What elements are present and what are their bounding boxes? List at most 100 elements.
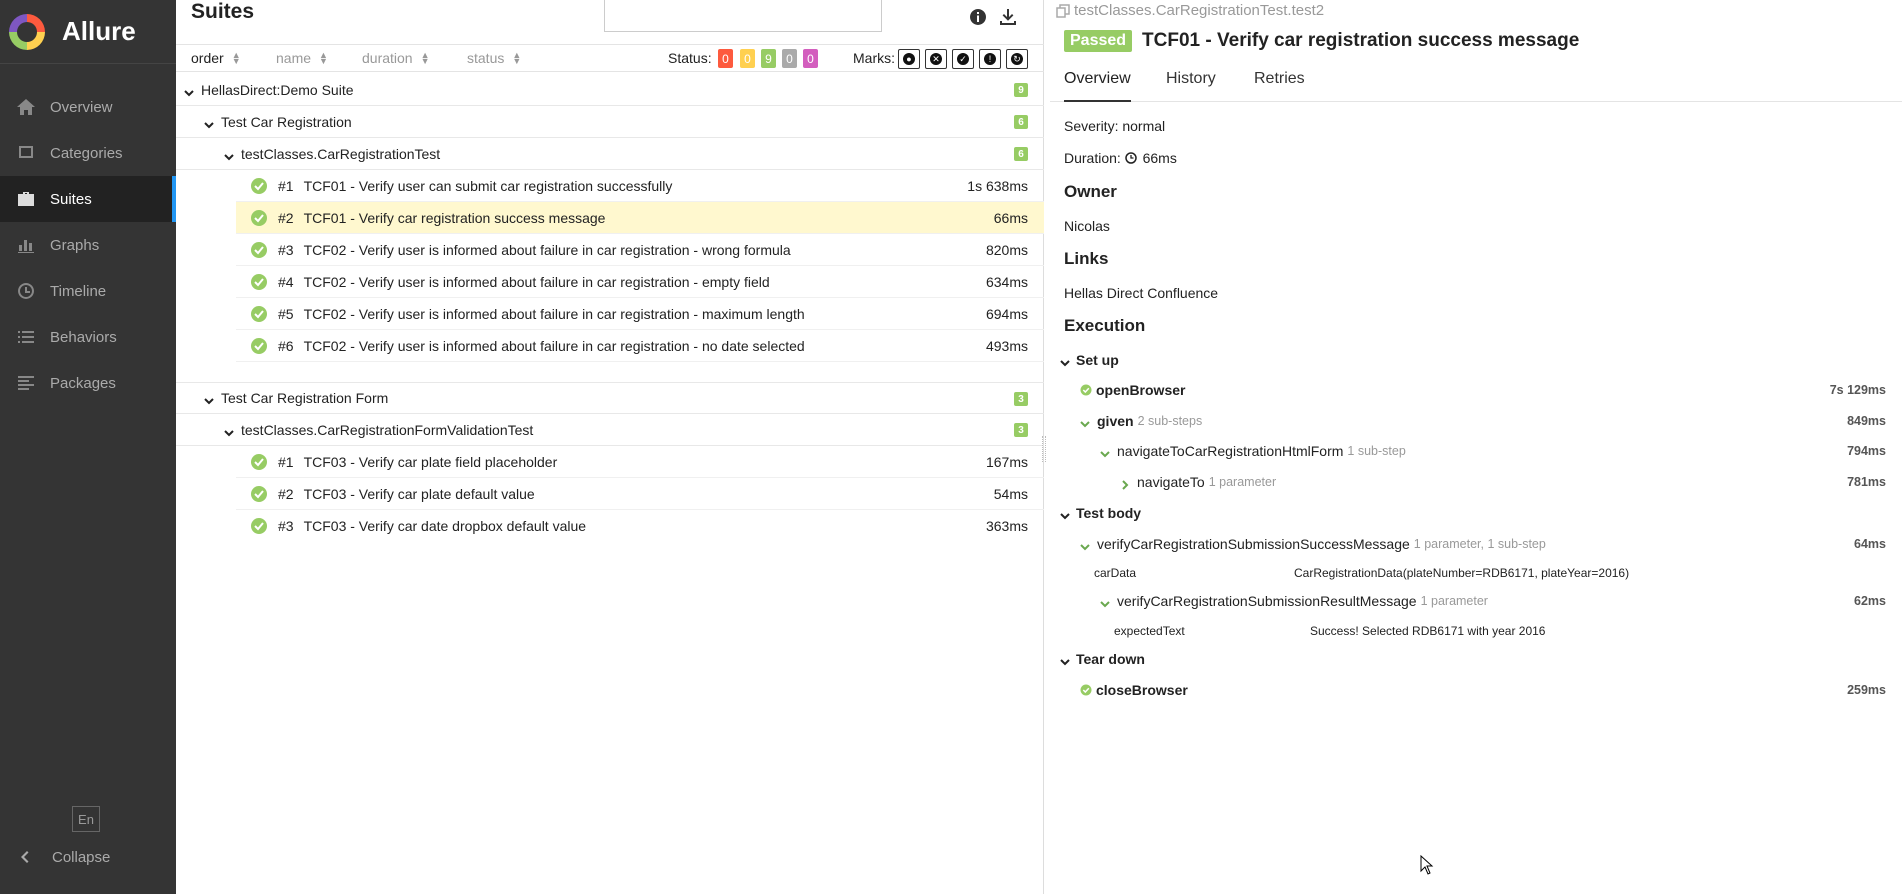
status-filter-label: Status: bbox=[668, 50, 712, 66]
sidebar-item-behaviors[interactable]: Behaviors bbox=[0, 314, 176, 360]
mark-new-passed-toggle[interactable]: ✓ bbox=[952, 49, 974, 69]
status-passed-toggle[interactable]: 9 bbox=[761, 49, 776, 68]
test-name: TCF02 - Verify user is informed about fa… bbox=[303, 305, 805, 322]
teardown-section-toggle[interactable]: Tear down bbox=[1060, 651, 1145, 667]
setup-section-toggle[interactable]: Set up bbox=[1060, 352, 1119, 368]
status-broken-toggle[interactable]: 0 bbox=[740, 49, 755, 68]
sidebar-item-categories[interactable]: Categories bbox=[0, 130, 176, 176]
test-row[interactable]: #6 TCF02 - Verify user is informed about… bbox=[236, 330, 1044, 362]
test-index: #1 bbox=[278, 177, 294, 194]
test-count-badge: 6 bbox=[1014, 115, 1028, 129]
sidebar-item-timeline[interactable]: Timeline bbox=[0, 268, 176, 314]
status-skipped-toggle[interactable]: 0 bbox=[782, 49, 797, 68]
language-selector[interactable]: En bbox=[72, 806, 100, 832]
test-row[interactable]: #1 TCF03 - Verify car plate field placeh… bbox=[236, 446, 1044, 478]
tree-node-root[interactable]: HellasDirect:Demo Suite 9 bbox=[176, 74, 1044, 106]
test-row[interactable]: #4 TCF02 - Verify user is informed about… bbox=[236, 266, 1044, 298]
test-duration: 820ms bbox=[985, 241, 1028, 258]
tree-node-label: Test Car Registration Form bbox=[221, 390, 389, 406]
suites-panel: Suites order ▲ ▼ name ▲ ▼ duration ▲ ▼ status ▲… bbox=[176, 0, 1044, 894]
chevron-down-icon bbox=[1060, 355, 1070, 367]
sidebar-item-overview[interactable]: Overview bbox=[0, 84, 176, 130]
copy-icon[interactable] bbox=[1056, 3, 1070, 18]
test-row[interactable]: #5 TCF02 - Verify user is informed about… bbox=[236, 298, 1044, 330]
test-name-heading: TCF01 - Verify car registration success … bbox=[1142, 30, 1580, 51]
duration-label: Duration: bbox=[1064, 150, 1121, 166]
test-count-badge: 3 bbox=[1014, 392, 1028, 406]
tab-retries[interactable]: Retries bbox=[1254, 70, 1305, 102]
sort-order[interactable]: order ▲ ▼ bbox=[191, 50, 241, 66]
test-duration: 694ms bbox=[985, 305, 1028, 322]
owner-value: Nicolas bbox=[1064, 218, 1110, 234]
brand[interactable]: Allure bbox=[0, 0, 176, 64]
status-failed-toggle[interactable]: 0 bbox=[718, 49, 733, 68]
step-given[interactable]: given 2 sub-steps 849ms bbox=[1080, 413, 1902, 429]
test-duration: 363ms bbox=[985, 518, 1028, 534]
check-circle-icon: ✓ bbox=[957, 53, 969, 65]
step-duration: 62ms bbox=[1854, 594, 1886, 608]
chevron-down-icon bbox=[1080, 416, 1090, 428]
sort-name[interactable]: name ▲ ▼ bbox=[276, 50, 328, 66]
sort-label: status bbox=[467, 50, 505, 66]
step-verifycarregistrationsubmissionresultmessage[interactable]: verifyCarRegistrationSubmissionResultMes… bbox=[1100, 593, 1902, 609]
page-title: Suites bbox=[191, 0, 255, 23]
chevron-down-icon bbox=[224, 425, 234, 436]
tree-node-class[interactable]: testClasses.CarRegistrationFormValidatio… bbox=[176, 414, 1044, 446]
test-count-badge: 9 bbox=[1014, 83, 1028, 97]
test-row[interactable]: #3 TCF03 - Verify car date dropbox defau… bbox=[236, 510, 1044, 542]
tree-node-label: testClasses.CarRegistrationFormValidatio… bbox=[241, 421, 534, 438]
test-row[interactable]: #1 TCF01 - Verify user can submit car re… bbox=[236, 170, 1044, 202]
pane-splitter-handle[interactable] bbox=[1042, 436, 1046, 462]
sort-status[interactable]: status ▲ ▼ bbox=[467, 50, 521, 66]
sidebar-item-packages[interactable]: Packages bbox=[0, 360, 176, 406]
tree-node-label: testClasses.CarRegistrationTest bbox=[241, 145, 441, 162]
search-input[interactable] bbox=[604, 0, 882, 32]
download-icon[interactable] bbox=[998, 7, 1018, 27]
step-closebrowser[interactable]: closeBrowser 259ms bbox=[1080, 682, 1902, 698]
test-body-section-toggle[interactable]: Test body bbox=[1060, 505, 1141, 521]
sidebar: Allure Overview Categories Suites Graphs… bbox=[0, 0, 176, 894]
tab-history[interactable]: History bbox=[1166, 70, 1216, 102]
align-left-icon bbox=[16, 373, 36, 393]
sidebar-item-suites[interactable]: Suites bbox=[0, 176, 176, 222]
mark-new-failed-toggle[interactable]: ✕ bbox=[925, 49, 947, 69]
passed-check-icon bbox=[251, 518, 267, 534]
sort-arrows-icon: ▲ ▼ bbox=[512, 50, 522, 66]
tab-overview[interactable]: Overview bbox=[1064, 70, 1131, 102]
mark-flaky-toggle[interactable]: ● bbox=[898, 49, 920, 69]
step-verifycarregistrationsubmissionsuccessmessage[interactable]: verifyCarRegistrationSubmissionSuccessMe… bbox=[1080, 536, 1902, 552]
mark-retries-toggle[interactable]: ↻ bbox=[1006, 49, 1028, 69]
tree-node-class[interactable]: testClasses.CarRegistrationTest 6 bbox=[176, 138, 1044, 170]
tree-node-suite[interactable]: Test Car Registration 6 bbox=[176, 106, 1044, 138]
links-heading: Links bbox=[1064, 249, 1109, 268]
test-name: TCF02 - Verify user is informed about fa… bbox=[303, 337, 805, 354]
status-unknown-toggle[interactable]: 0 bbox=[803, 49, 818, 68]
collapse-button[interactable]: Collapse bbox=[0, 842, 176, 872]
test-row-selected[interactable]: #2 TCF01 - Verify car registration succe… bbox=[236, 202, 1044, 234]
step-meta: 1 parameter bbox=[1208, 475, 1277, 489]
breadcrumb-text: testClasses.CarRegistrationTest.test2 bbox=[1074, 2, 1325, 19]
test-index: #3 bbox=[278, 241, 294, 258]
test-duration: 167ms bbox=[985, 453, 1028, 470]
section-label: Set up bbox=[1076, 352, 1119, 368]
step-navigatetocarregistrationhtmlform[interactable]: navigateToCarRegistrationHtmlForm 1 sub-… bbox=[1100, 443, 1902, 459]
chevron-down-icon bbox=[1080, 539, 1090, 551]
step-duration: 849ms bbox=[1847, 414, 1886, 428]
chevron-down-icon bbox=[204, 393, 214, 405]
test-row[interactable]: #2 TCF03 - Verify car plate default valu… bbox=[236, 478, 1044, 510]
step-openbrowser[interactable]: openBrowser 7s 129ms bbox=[1080, 382, 1902, 398]
step-navigateto[interactable]: navigateTo 1 parameter 781ms bbox=[1120, 474, 1902, 490]
test-row[interactable]: #3 TCF02 - Verify user is informed about… bbox=[236, 234, 1044, 266]
sort-label: duration bbox=[362, 50, 413, 66]
tree-node-suite[interactable]: Test Car Registration Form 3 bbox=[176, 382, 1044, 414]
link-confluence[interactable]: Hellas Direct Confluence bbox=[1064, 285, 1218, 301]
sidebar-item-graphs[interactable]: Graphs bbox=[0, 222, 176, 268]
test-index: #2 bbox=[278, 209, 294, 226]
test-result-panel: testClasses.CarRegistrationTest.test2 Pa… bbox=[1050, 0, 1902, 894]
info-icon[interactable] bbox=[968, 7, 988, 27]
sort-duration[interactable]: duration ▲ ▼ bbox=[362, 50, 430, 66]
chevron-down-icon bbox=[204, 117, 214, 128]
mark-new-broken-toggle[interactable]: ! bbox=[979, 49, 1001, 69]
parameter-value: Success! Selected RDB6171 with year 2016 bbox=[1310, 624, 1546, 638]
passed-check-icon bbox=[251, 177, 267, 194]
